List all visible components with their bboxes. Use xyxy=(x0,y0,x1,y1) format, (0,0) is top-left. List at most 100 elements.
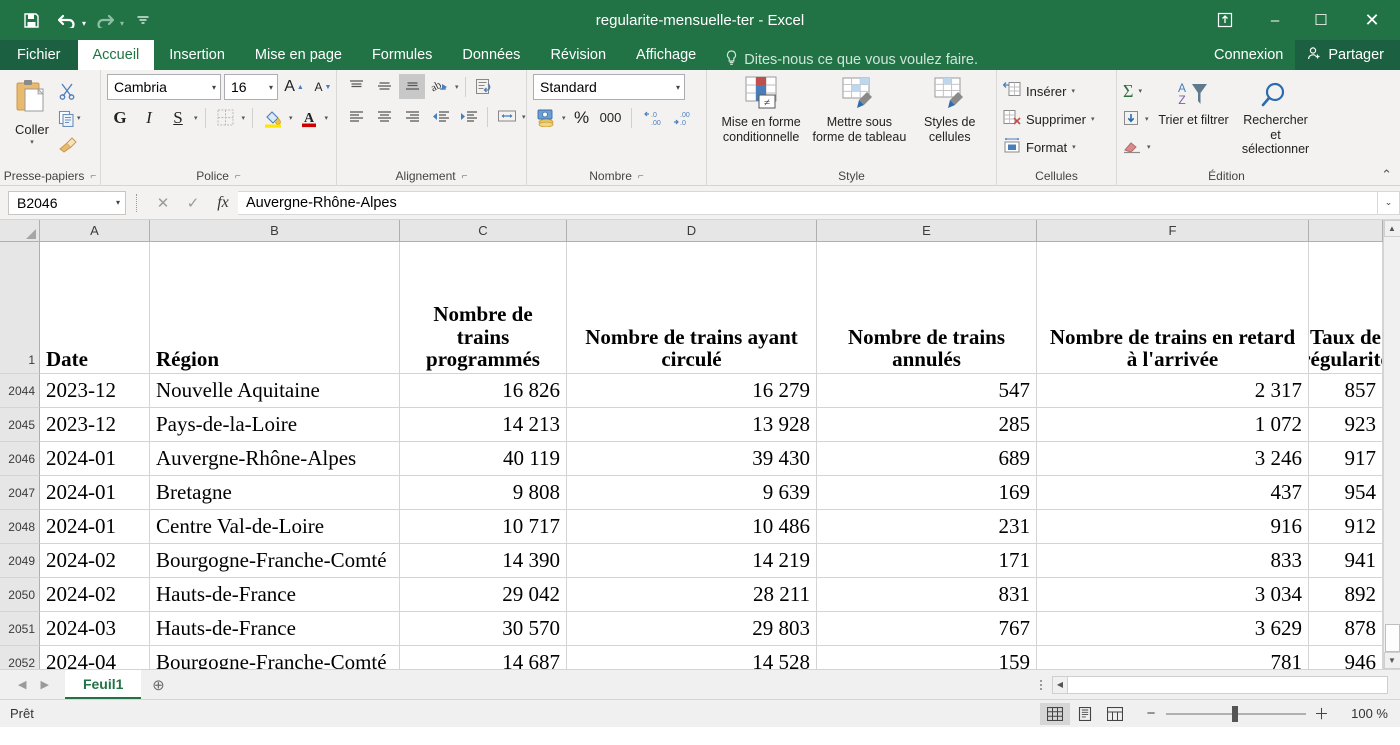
decrease-font-size-button[interactable]: A ▼ xyxy=(310,75,336,100)
cut-button[interactable] xyxy=(58,80,81,102)
row-header-2048[interactable]: 2048 xyxy=(0,510,40,544)
font-name-combobox[interactable]: Cambria ▾ xyxy=(107,74,221,100)
share-button[interactable]: Partager xyxy=(1295,40,1400,70)
cell-d2051[interactable]: 29 803 xyxy=(567,612,817,646)
page-break-preview-button[interactable] xyxy=(1100,703,1130,725)
cell-g2051[interactable]: 878 xyxy=(1309,612,1383,646)
merge-dropdown-icon[interactable]: ▾ xyxy=(522,113,526,121)
insert-cells-button[interactable]: Insérer ▾ xyxy=(1002,78,1075,104)
clear-dropdown-icon[interactable]: ▾ xyxy=(1147,143,1151,151)
format-dropdown-icon[interactable]: ▾ xyxy=(1072,143,1076,151)
accounting-format-button[interactable] xyxy=(533,105,559,130)
cell-b1[interactable]: Région xyxy=(150,242,400,374)
row-header-2046[interactable]: 2046 xyxy=(0,442,40,476)
column-header-d[interactable]: D xyxy=(567,220,817,242)
cell-b2048[interactable]: Centre Val-de-Loire xyxy=(150,510,400,544)
cell-c2051[interactable]: 30 570 xyxy=(400,612,567,646)
zoom-slider-track[interactable] xyxy=(1166,705,1306,722)
cell-a1[interactable]: Date xyxy=(40,242,150,374)
sort-filter-button[interactable]: A Z Trier et filtrer xyxy=(1155,80,1233,128)
cell-f2049[interactable]: 833 xyxy=(1037,544,1309,578)
cell-f2044[interactable]: 2 317 xyxy=(1037,374,1309,408)
split-handle[interactable] xyxy=(1030,679,1052,690)
cell-c2049[interactable]: 14 390 xyxy=(400,544,567,578)
scroll-left-button[interactable]: ◀ xyxy=(1052,675,1068,694)
cell-e2044[interactable]: 547 xyxy=(817,374,1037,408)
cell-g2047[interactable]: 954 xyxy=(1309,476,1383,510)
save-icon[interactable] xyxy=(14,5,48,35)
cell-a2045[interactable]: 2023-12 xyxy=(40,408,150,442)
cell-g2048[interactable]: 912 xyxy=(1309,510,1383,544)
tab-insertion[interactable]: Insertion xyxy=(154,40,240,70)
wrap-text-button[interactable] xyxy=(472,74,498,99)
vertical-scroll-track[interactable] xyxy=(1383,237,1400,652)
page-layout-view-button[interactable] xyxy=(1070,703,1100,725)
vertical-scroll-thumb[interactable] xyxy=(1384,624,1400,652)
formula-input[interactable]: Auvergne-Rhône-Alpes xyxy=(238,190,1378,215)
cell-f2048[interactable]: 916 xyxy=(1037,510,1309,544)
cell-d2050[interactable]: 28 211 xyxy=(567,578,817,612)
customize-qat-icon[interactable] xyxy=(126,5,160,35)
format-cells-button[interactable]: Format ▾ xyxy=(1003,134,1076,160)
thousands-separator-button[interactable]: 000 xyxy=(598,105,624,130)
increase-font-size-button[interactable]: A ▲ xyxy=(281,75,307,100)
row-header-2051[interactable]: 2051 xyxy=(0,612,40,646)
fill-color-dropdown-icon[interactable]: ▾ xyxy=(289,114,293,122)
autosum-button[interactable]: Σ ▾ xyxy=(1123,78,1151,104)
horizontal-scrollbar[interactable]: ◀ xyxy=(1052,675,1388,694)
row-header-2050[interactable]: 2050 xyxy=(0,578,40,612)
horizontal-scroll-track[interactable] xyxy=(1068,675,1388,694)
cell-f2052[interactable]: 781 xyxy=(1037,646,1309,669)
cell-b2052[interactable]: Bourgogne-Franche-Comté xyxy=(150,646,400,669)
column-header-b[interactable]: B xyxy=(150,220,400,242)
minimize-button[interactable]: – xyxy=(1252,0,1298,40)
name-box-caret-icon[interactable]: ▾ xyxy=(116,198,120,207)
cell-g1[interactable]: Taux de régularité xyxy=(1309,242,1383,374)
column-header-c[interactable]: C xyxy=(400,220,567,242)
cell-e2050[interactable]: 831 xyxy=(817,578,1037,612)
cell-e1[interactable]: Nombre de trains annulés xyxy=(817,242,1037,374)
cell-d2047[interactable]: 9 639 xyxy=(567,476,817,510)
row-header-2049[interactable]: 2049 xyxy=(0,544,40,578)
row-header-2044[interactable]: 2044 xyxy=(0,374,40,408)
cell-a2050[interactable]: 2024-02 xyxy=(40,578,150,612)
align-top-button[interactable] xyxy=(343,74,369,99)
redo-icon[interactable] xyxy=(88,5,122,35)
vertical-scrollbar[interactable]: ▲ ▼ xyxy=(1383,220,1400,669)
font-color-button[interactable]: A xyxy=(296,105,322,130)
copy-dropdown-icon[interactable]: ▾ xyxy=(77,114,81,122)
cell-e2051[interactable]: 767 xyxy=(817,612,1037,646)
cell-a2052[interactable]: 2024-04 xyxy=(40,646,150,669)
cell-g2046[interactable]: 917 xyxy=(1309,442,1383,476)
cell-f2051[interactable]: 3 629 xyxy=(1037,612,1309,646)
cell-e2045[interactable]: 285 xyxy=(817,408,1037,442)
next-sheet-icon[interactable]: ▶ xyxy=(40,678,48,691)
format-painter-button[interactable] xyxy=(58,134,81,156)
paste-dropdown-icon[interactable]: ▾ xyxy=(30,138,34,146)
cell-d2052[interactable]: 14 528 xyxy=(567,646,817,669)
name-box[interactable]: B2046 ▾ xyxy=(8,190,126,215)
delete-cells-button[interactable]: Supprimer ▾ xyxy=(1003,106,1094,132)
cell-g2045[interactable]: 923 xyxy=(1309,408,1383,442)
cell-f2045[interactable]: 1 072 xyxy=(1037,408,1309,442)
redo-dropdown-icon[interactable]: ▾ xyxy=(120,19,124,28)
cell-c2052[interactable]: 14 687 xyxy=(400,646,567,669)
tab-mise-en-page[interactable]: Mise en page xyxy=(240,40,357,70)
tab-fichier[interactable]: Fichier xyxy=(0,40,78,70)
align-right-button[interactable] xyxy=(399,104,425,129)
underline-button[interactable]: S xyxy=(165,105,191,130)
paste-button[interactable]: Coller ▾ xyxy=(6,74,58,146)
accounting-dropdown-icon[interactable]: ▾ xyxy=(562,114,566,122)
zoom-slider-thumb[interactable] xyxy=(1232,705,1238,722)
confirm-edit-icon[interactable]: ✓ xyxy=(178,191,208,215)
maximize-button[interactable]: ☐ xyxy=(1298,0,1344,40)
tab-revision[interactable]: Révision xyxy=(535,40,621,70)
find-select-button[interactable]: Rechercher et sélectionner xyxy=(1237,80,1315,157)
cell-c2047[interactable]: 9 808 xyxy=(400,476,567,510)
percent-style-button[interactable]: % xyxy=(569,105,595,130)
align-bottom-button[interactable] xyxy=(399,74,425,99)
collapse-ribbon-icon[interactable]: ⌃ xyxy=(1381,167,1392,183)
align-center-button[interactable] xyxy=(371,104,397,129)
undo-dropdown-icon[interactable]: ▾ xyxy=(82,19,86,28)
autosum-dropdown-icon[interactable]: ▾ xyxy=(1138,87,1142,95)
